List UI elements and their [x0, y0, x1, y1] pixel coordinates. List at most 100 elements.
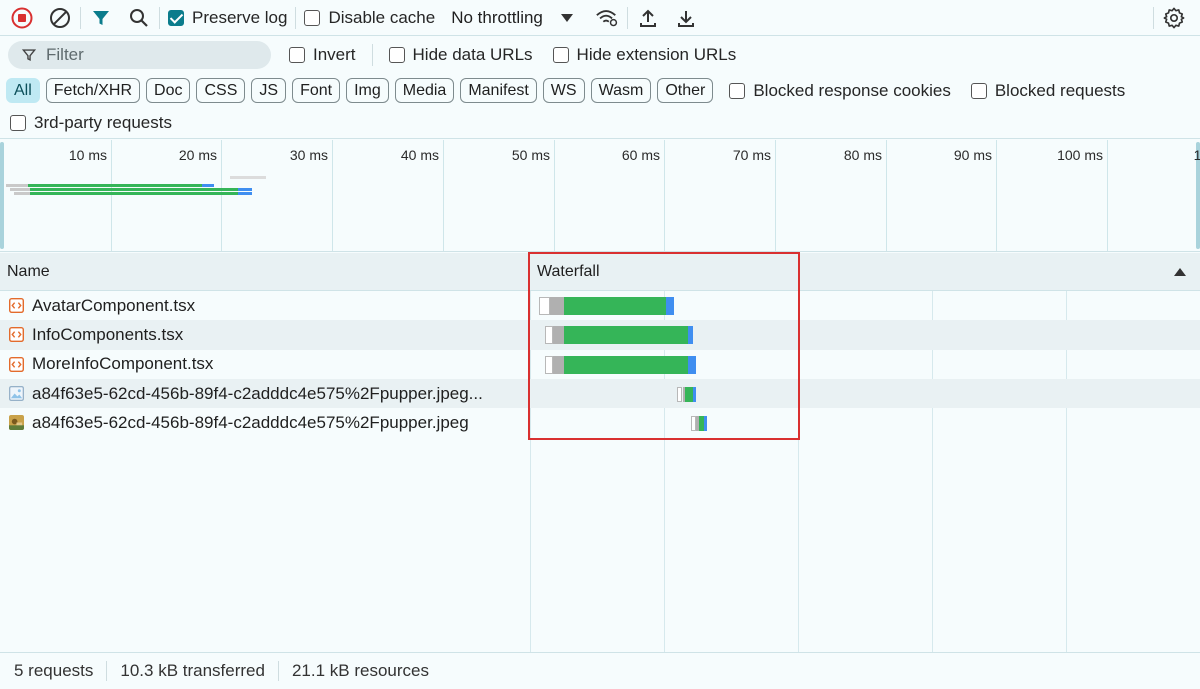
hide-extension-urls-box[interactable] [552, 47, 569, 63]
chevron-down-icon [560, 13, 573, 22]
preserve-log-checkbox[interactable]: Preserve log [168, 8, 287, 28]
type-chip-media[interactable]: Media [394, 78, 455, 103]
disable-cache-box[interactable] [304, 9, 321, 26]
overview-bar [14, 192, 30, 195]
overview-gridline [775, 140, 776, 251]
throttling-select[interactable]: No throttling [451, 8, 573, 28]
overview-tick-label: 20 ms [178, 147, 217, 163]
overview-tick-label: 90 ms [953, 147, 992, 163]
toolbar-divider [80, 6, 81, 29]
overview-bar [30, 188, 238, 191]
hide-extension-urls-label: Hide extension URLs [576, 45, 737, 64]
type-chip-wasm[interactable]: Wasm [590, 78, 652, 103]
waterfall-ttfb-segment [693, 386, 696, 402]
hide-extension-urls-checkbox[interactable]: Hide extension URLs [552, 45, 737, 65]
resource-type-filter-bar: All Fetch/XHR Doc CSS JS Font Img Media … [0, 74, 1200, 107]
third-party-bar: 3rd-party requests [0, 107, 1200, 139]
column-header-name[interactable]: Name [0, 253, 530, 290]
blocked-requests-checkbox[interactable]: Blocked requests [970, 81, 1125, 101]
overview-bar [238, 192, 252, 195]
third-party-requests-checkbox[interactable]: 3rd-party requests [10, 113, 172, 133]
overview-gridline [221, 140, 222, 251]
toolbar-divider [295, 6, 297, 29]
filter-bar: Filter Invert Hide data URLs Hide extens… [0, 37, 1200, 73]
overview-gridline [1107, 140, 1108, 251]
third-party-requests-box[interactable] [10, 114, 26, 131]
script-icon [9, 298, 24, 314]
filter-placeholder: Filter [46, 45, 84, 64]
timeline-overview[interactable]: 10 ms 20 ms 30 ms 40 ms 50 ms 60 ms 70 ms 80 ms… [0, 140, 1200, 252]
settings-gear-icon[interactable] [1162, 6, 1186, 30]
table-row[interactable]: a84f63e5-62cd-456b-89f4-c2adddc4e575%2Fp… [0, 408, 1200, 437]
overview-tick-label: 50 ms [511, 147, 550, 163]
request-name-cell[interactable]: a84f63e5-62cd-456b-89f4-c2adddc4e575%2Fp… [0, 384, 530, 404]
type-chip-img[interactable]: Img [346, 78, 389, 103]
filter-input[interactable]: Filter [8, 41, 271, 69]
type-chip-doc[interactable]: Doc [146, 78, 191, 103]
network-table-header: Name Waterfall [0, 253, 1200, 291]
type-chip-other[interactable]: Other [657, 78, 714, 103]
transferred-size: 10.3 kB transferred [120, 661, 265, 680]
overview-gridline [886, 140, 887, 251]
request-name-cell[interactable]: InfoComponents.tsx [0, 325, 530, 345]
overview-tick-label: 10 ms [68, 147, 107, 163]
throttling-value: No throttling [451, 7, 543, 27]
preserve-log-box[interactable] [168, 9, 184, 26]
overview-tick-label: 60 ms [621, 147, 660, 163]
type-chip-ws[interactable]: WS [542, 78, 585, 103]
type-chip-js[interactable]: JS [251, 78, 287, 103]
overview-bar [10, 188, 30, 191]
clear-icon[interactable] [48, 6, 72, 30]
blocked-response-cookies-checkbox[interactable]: Blocked response cookies [729, 81, 951, 101]
waterfall-ttfb-segment [687, 326, 694, 345]
script-icon [9, 327, 24, 343]
type-chip-font[interactable]: Font [292, 78, 341, 103]
export-har-icon[interactable] [674, 6, 698, 30]
network-conditions-icon[interactable] [595, 6, 619, 30]
third-party-requests-label: 3rd-party requests [34, 112, 172, 132]
request-name-cell[interactable]: a84f63e5-62cd-456b-89f4-c2adddc4e575%2Fp… [0, 413, 530, 433]
overview-bar [238, 188, 252, 191]
type-chip-css[interactable]: CSS [196, 78, 246, 103]
request-name-cell[interactable]: AvatarComponent.tsx [0, 296, 530, 316]
overview-gridline [664, 140, 665, 251]
blocked-requests-box[interactable] [970, 82, 987, 99]
waterfall-stalled-segment [550, 297, 564, 315]
resources-size: 21.1 kB resources [291, 661, 429, 680]
request-name-cell[interactable]: MoreInfoComponent.tsx [0, 354, 530, 374]
waterfall-queue-segment [544, 355, 553, 374]
search-icon[interactable] [127, 6, 151, 30]
toolbar-divider [159, 6, 160, 29]
disable-cache-label: Disable cache [328, 7, 436, 27]
table-row[interactable]: a84f63e5-62cd-456b-89f4-c2adddc4e575%2Fp… [0, 378, 1200, 409]
waterfall-stalled-segment [552, 355, 564, 374]
waterfall-download-segment [563, 297, 667, 315]
type-chip-all[interactable]: All [6, 78, 40, 103]
toolbar-divider [1153, 6, 1154, 29]
hide-data-urls-box[interactable] [388, 47, 405, 63]
filter-divider [371, 44, 373, 66]
overview-left-handle[interactable] [0, 142, 4, 249]
overview-tick-label: 80 ms [843, 147, 882, 163]
blocked-response-cookies-label: Blocked response cookies [753, 80, 951, 100]
waterfall-stalled-segment [552, 326, 564, 345]
invert-box[interactable] [289, 47, 305, 63]
hide-data-urls-checkbox[interactable]: Hide data URLs [388, 45, 533, 65]
blocked-response-cookies-box[interactable] [729, 82, 746, 99]
filter-funnel-icon [22, 49, 36, 62]
waterfall-download-segment [563, 355, 688, 374]
invert-checkbox[interactable]: Invert [289, 45, 356, 65]
type-chip-manifest[interactable]: Manifest [460, 78, 537, 103]
waterfall-ttfb-segment [704, 416, 707, 432]
disable-cache-checkbox[interactable]: Disable cache [304, 8, 435, 28]
column-header-waterfall[interactable]: Waterfall [530, 263, 1200, 281]
script-icon [9, 356, 24, 372]
triangle-up-icon [1174, 267, 1186, 276]
overview-gridline [111, 140, 112, 251]
overview-bar [30, 192, 238, 195]
overview-bar [6, 184, 28, 187]
import-har-icon[interactable] [636, 6, 660, 30]
type-chip-fetch-xhr[interactable]: Fetch/XHR [45, 78, 141, 103]
record-stop-icon[interactable] [10, 6, 34, 30]
filter-funnel-icon[interactable] [89, 6, 113, 30]
